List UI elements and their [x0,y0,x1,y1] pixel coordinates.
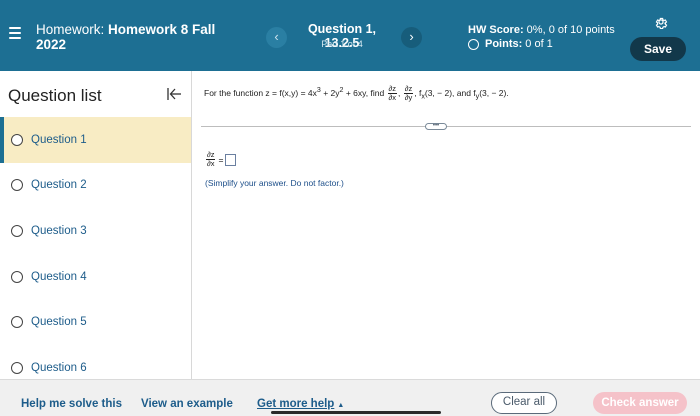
question-list-item-label: Question 5 [31,316,87,329]
question-status-icon [11,361,23,374]
question-status-icon [11,224,23,237]
horizontal-scrollbar[interactable] [271,411,441,414]
problem-text: , [398,87,403,98]
fraction-denominator: ∂x [388,93,397,102]
partial-derivative-y: ∂z ∂y [403,85,414,102]
question-list-header: Question list [0,71,191,117]
question-list-item[interactable]: Question 1 [0,117,191,163]
chevron-left-icon: ‹ [274,29,279,44]
equals-sign: = [218,154,224,165]
question-list-item-label: Question 4 [31,270,87,283]
view-example-link[interactable]: View an example [141,398,233,410]
hw-score-label: HW Score: [468,24,524,36]
hw-score: HW Score: 0%, 0 of 10 points [468,24,615,36]
hw-score-value: 0%, 0 of 10 points [523,24,615,36]
homework-title-prefix: Homework: [36,22,109,37]
gear-icon[interactable] [654,15,668,29]
next-question-button[interactable]: › [401,27,422,48]
homework-title: Homework: Homework 8 Fall 2022 [36,22,226,52]
expand-more-button[interactable]: ••• [425,123,447,130]
problem-text: (3, − 2), and f [424,87,476,98]
question-list-item[interactable]: Question 5 [0,299,191,345]
fraction-denominator: ∂x [207,159,215,168]
question-panel: For the function z = f(x,y) = 4x3 + 2y2 … [193,71,700,379]
question-list-sidebar: Question list Question 1 Question 2 Ques… [0,71,192,379]
bottom-toolbar: Help me solve this View an example Get m… [0,379,700,416]
partial-derivative-x: ∂z ∂x [387,85,398,102]
save-button[interactable]: Save [630,37,686,61]
help-me-solve-link[interactable]: Help me solve this [21,398,122,410]
problem-text: For the function z = f(x,y) = 4x [204,87,317,98]
clear-all-button[interactable]: Clear all [491,392,557,414]
points-value: 0 of 1 [525,38,553,50]
question-status-icon [11,133,23,146]
answer-derivative-label: ∂z ∂x [206,151,216,168]
question-list-title: Question list [8,86,102,105]
get-more-help-link[interactable]: Get more help ▲ [257,398,344,410]
fraction-denominator: ∂y [404,93,413,102]
answer-hint: (Simplify your answer. Do not factor.) [205,178,344,188]
question-list-item[interactable]: Question 2 [0,163,191,209]
answer-row: ∂z ∂x = [205,151,237,168]
question-list-item-label: Question 1 [31,133,87,146]
problem-text: + 6xy, find [343,87,387,98]
question-list-item-label: Question 6 [31,361,87,374]
top-header: Homework: Homework 8 Fall 2022 ‹ Questio… [0,0,700,71]
get-more-help-label: Get more help [257,398,335,410]
previous-question-button[interactable]: ‹ [266,27,287,48]
check-answer-button[interactable]: Check answer [593,392,687,414]
question-list-item[interactable]: Question 3 [0,208,191,254]
problem-text: + 2y [320,87,340,98]
points: Points: 0 of 1 [468,38,553,50]
problem-statement: For the function z = f(x,y) = 4x3 + 2y2 … [204,85,509,102]
question-list-item-label: Question 2 [31,179,87,192]
problem-text: (3, − 2). [479,87,509,98]
question-list-item[interactable]: Question 4 [0,254,191,300]
question-status-icon [11,316,23,329]
question-list-item-label: Question 3 [31,224,87,237]
question-part: Part 1 of 4 [321,39,363,49]
hamburger-menu-icon[interactable] [9,27,21,39]
question-status-icon [11,179,23,192]
points-label: Points: [485,38,523,50]
question-status-icon [11,270,23,283]
caret-up-icon: ▲ [337,402,345,409]
chevron-right-icon: › [409,29,414,44]
collapse-left-icon[interactable] [166,86,182,102]
answer-input-box[interactable] [225,153,237,166]
points-status-icon [468,38,479,50]
